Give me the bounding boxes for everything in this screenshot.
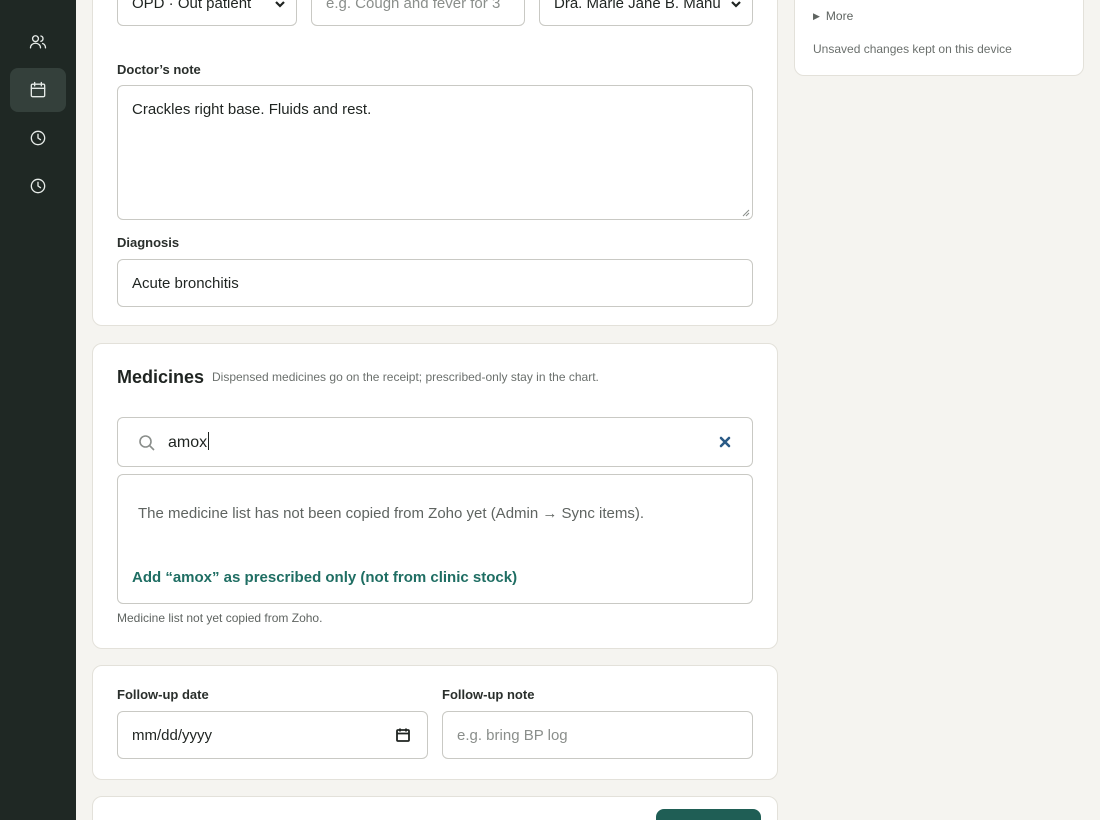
- resize-grip-icon[interactable]: [741, 208, 750, 217]
- doctor-value: Dra. Marie Jane B. Manu: [554, 0, 721, 12]
- visit-card: OPD · Out patient e.g. Cough and fever f…: [92, 0, 778, 326]
- followup-note-placeholder: e.g. bring BP log: [457, 726, 568, 744]
- diagnosis-input[interactable]: Acute bronchitis: [117, 259, 753, 307]
- actions-card: [92, 796, 778, 820]
- sidebar: [0, 0, 76, 820]
- nav-history[interactable]: [10, 164, 66, 208]
- more-label: More: [825, 9, 854, 23]
- medicines-title: Medicines: [117, 367, 205, 387]
- doctor-note-textarea[interactable]: Crackles right base. Fluids and rest.: [117, 85, 753, 220]
- chevron-down-icon: [274, 0, 286, 9]
- medicine-search-results: The medicine list has not been copied fr…: [117, 474, 753, 604]
- followup-note-label: Follow-up note: [442, 687, 535, 702]
- chief-complaint-placeholder: e.g. Cough and fever for 3: [326, 0, 501, 12]
- chevron-down-icon: [730, 0, 742, 9]
- unsaved-changes-note: Unsaved changes kept on this device: [813, 42, 1012, 56]
- side-panel: ▶ More Unsaved changes kept on this devi…: [794, 0, 1084, 76]
- clear-search-button[interactable]: [716, 433, 734, 451]
- nav-appointments[interactable]: [10, 68, 66, 112]
- chief-complaint-input[interactable]: e.g. Cough and fever for 3: [311, 0, 525, 26]
- doctor-note-value: Crackles right base. Fluids and rest.: [132, 101, 372, 118]
- doctor-select[interactable]: Dra. Marie Jane B. Manu: [539, 0, 753, 26]
- users-icon: [29, 35, 47, 49]
- medicine-search-input[interactable]: amox: [117, 417, 753, 467]
- add-prescribed-only-option[interactable]: Add “amox” as prescribed only (not from …: [132, 569, 517, 586]
- nav-patients[interactable]: [10, 20, 66, 64]
- clock-icon: [30, 130, 46, 146]
- doctor-note-label: Doctor’s note: [117, 62, 201, 77]
- diagnosis-label: Diagnosis: [117, 235, 180, 250]
- close-icon: [719, 436, 731, 448]
- followup-date-input[interactable]: mm/dd/yyyy: [117, 711, 428, 759]
- medicines-card: Medicines Dispensed medicines go on the …: [92, 343, 778, 649]
- followup-date-label: Follow-up date: [117, 687, 209, 702]
- calendar-icon: [30, 81, 46, 98]
- history-icon: [30, 178, 46, 194]
- visit-type-value: OPD · Out patient: [132, 0, 252, 12]
- text-caret: [208, 432, 210, 450]
- medicines-subtitle: Dispensed medicines go on the receipt; p…: [212, 370, 599, 384]
- triangle-right-icon: ▶: [813, 10, 820, 21]
- nav-queue[interactable]: [10, 116, 66, 160]
- followup-card: Follow-up date mm/dd/yyyy Follow-up note…: [92, 665, 778, 780]
- primary-action-button[interactable]: [656, 809, 761, 820]
- followup-date-placeholder: mm/dd/yyyy: [132, 726, 213, 744]
- followup-note-input[interactable]: e.g. bring BP log: [442, 711, 753, 759]
- visit-type-select[interactable]: OPD · Out patient: [117, 0, 297, 26]
- medicine-list-hint: Medicine list not yet copied from Zoho.: [117, 611, 323, 625]
- empty-results-message: The medicine list has not been copied fr…: [138, 505, 645, 522]
- calendar-icon[interactable]: [395, 727, 411, 743]
- medicine-search-value: amox: [168, 434, 208, 451]
- more-toggle[interactable]: ▶ More: [813, 9, 853, 23]
- search-icon: [138, 434, 156, 452]
- diagnosis-value: Acute bronchitis: [132, 274, 239, 292]
